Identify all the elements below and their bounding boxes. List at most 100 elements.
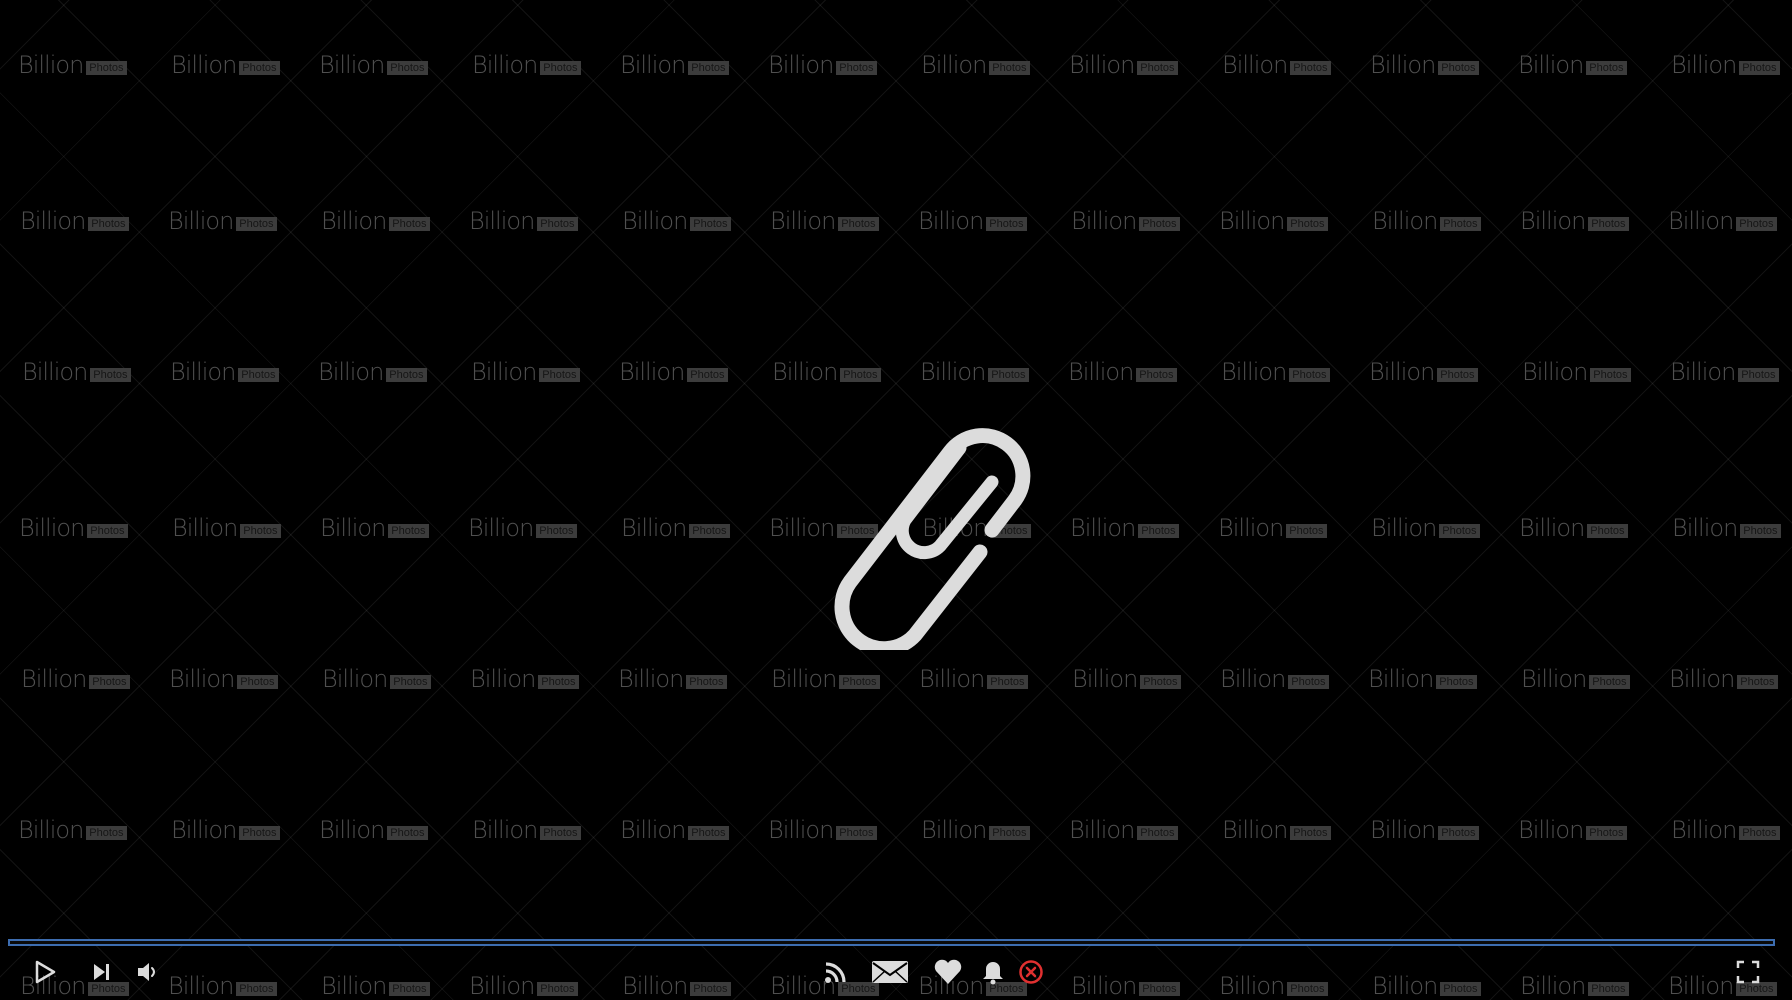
watermark: Billion Photos — [169, 667, 278, 691]
watermark-badge: Photos — [1739, 825, 1780, 840]
watermark: Billion Photos — [168, 209, 277, 233]
watermark-badge: Photos — [388, 523, 429, 538]
watermark-brand: Billion — [1219, 207, 1285, 235]
watermark-badge: Photos — [387, 825, 428, 840]
watermark: Billion Photos — [472, 818, 581, 842]
watermark: Billion Photos — [320, 516, 429, 540]
fullscreen-button[interactable] — [1732, 956, 1764, 988]
watermark: Billion Photos — [321, 209, 430, 233]
watermark-badge: Photos — [86, 60, 127, 75]
watermark-brand: Billion — [319, 51, 385, 79]
watermark-brand: Billion — [171, 816, 237, 844]
watermark-badge: Photos — [989, 825, 1030, 840]
like-button[interactable] — [932, 956, 964, 988]
watermark: Billion Photos — [768, 53, 877, 77]
watermark: Billion Photos — [1220, 667, 1329, 691]
watermark: Billion Photos — [319, 53, 428, 77]
watermark-brand: Billion — [1368, 665, 1434, 693]
watermark-badge: Photos — [1440, 216, 1481, 231]
watermark-brand: Billion — [1671, 51, 1737, 79]
watermark-badge: Photos — [90, 367, 131, 382]
watermark-badge: Photos — [1287, 216, 1328, 231]
watermark-badge: Photos — [1587, 523, 1628, 538]
notify-button[interactable] — [980, 956, 1006, 988]
watermark: Billion Photos — [1668, 209, 1777, 233]
volume-button[interactable] — [134, 956, 162, 988]
watermark-badge: Photos — [1589, 674, 1630, 689]
watermark: Billion Photos — [468, 516, 577, 540]
watermark: Billion Photos — [1068, 360, 1177, 384]
watermark-badge: Photos — [1136, 367, 1177, 382]
watermark-brand: Billion — [1518, 816, 1584, 844]
watermark-badge: Photos — [239, 60, 280, 75]
watermark-brand: Billion — [1071, 207, 1137, 235]
watermark-badge: Photos — [390, 674, 431, 689]
watermark: Billion Photos — [1370, 818, 1479, 842]
watermark-brand: Billion — [1370, 816, 1436, 844]
watermark: Billion Photos — [20, 209, 129, 233]
email-button[interactable] — [868, 956, 912, 988]
watermark-badge: Photos — [1137, 825, 1178, 840]
watermark-brand: Billion — [1072, 665, 1138, 693]
watermark-brand: Billion — [171, 51, 237, 79]
watermark-badge: Photos — [836, 825, 877, 840]
watermark-brand: Billion — [18, 816, 84, 844]
watermark-badge: Photos — [688, 60, 729, 75]
watermark: Billion Photos — [22, 360, 131, 384]
watermark-badge: Photos — [1138, 523, 1179, 538]
watermark-badge: Photos — [1137, 60, 1178, 75]
watermark: Billion Photos — [1518, 53, 1627, 77]
watermark-brand: Billion — [1369, 358, 1435, 386]
envelope-icon — [872, 961, 908, 983]
watermark: Billion Photos — [921, 818, 1030, 842]
watermark-badge: Photos — [986, 216, 1027, 231]
watermark: Billion Photos — [1518, 818, 1627, 842]
next-button[interactable] — [88, 956, 116, 988]
close-button[interactable] — [1016, 956, 1046, 988]
watermark-brand: Billion — [1668, 207, 1734, 235]
watermark-brand: Billion — [469, 207, 535, 235]
watermark-badge: Photos — [86, 825, 127, 840]
progress-bar[interactable] — [8, 939, 1775, 946]
video-player: Billion Photos Billion Photos Billion Photos B… — [0, 0, 1792, 1000]
rss-button[interactable] — [820, 956, 852, 988]
watermark: Billion Photos — [1521, 667, 1630, 691]
play-icon — [35, 960, 56, 984]
watermark: Billion Photos — [622, 209, 731, 233]
watermark-brand: Billion — [18, 51, 84, 79]
watermark-badge: Photos — [1140, 674, 1181, 689]
play-button[interactable] — [30, 956, 60, 988]
watermark-badge: Photos — [540, 825, 581, 840]
watermark-badge: Photos — [1289, 367, 1330, 382]
watermark-badge: Photos — [688, 825, 729, 840]
watermark-badge: Photos — [237, 674, 278, 689]
watermark-brand: Billion — [470, 665, 536, 693]
watermark: Billion Photos — [918, 209, 1027, 233]
watermark: Billion Photos — [1222, 818, 1331, 842]
watermark-brand: Billion — [620, 51, 686, 79]
watermark-brand: Billion — [921, 51, 987, 79]
watermark: Billion Photos — [18, 53, 127, 77]
watermark: Billion Photos — [322, 667, 431, 691]
watermark-badge: Photos — [839, 674, 880, 689]
watermark-brand: Billion — [1221, 358, 1287, 386]
watermark-badge: Photos — [539, 367, 580, 382]
watermark: Billion Photos — [469, 209, 578, 233]
watermark-badge: Photos — [1736, 216, 1777, 231]
watermark: Billion Photos — [171, 53, 280, 77]
watermark-brand: Billion — [1068, 358, 1134, 386]
watermark-brand: Billion — [768, 51, 834, 79]
watermark-brand: Billion — [172, 514, 238, 542]
watermark-badge: Photos — [1286, 523, 1327, 538]
watermark: Billion Photos — [1218, 516, 1327, 540]
watermark-brand: Billion — [1218, 514, 1284, 542]
fullscreen-icon — [1736, 960, 1760, 984]
watermark-brand: Billion — [320, 514, 386, 542]
watermark-brand: Billion — [170, 358, 236, 386]
watermark-badge: Photos — [1590, 367, 1631, 382]
watermark: Billion Photos — [1371, 516, 1480, 540]
watermark: Billion Photos — [18, 818, 127, 842]
watermark: Billion Photos — [21, 667, 130, 691]
watermark: Billion Photos — [1219, 209, 1328, 233]
watermark-brand: Billion — [619, 358, 685, 386]
